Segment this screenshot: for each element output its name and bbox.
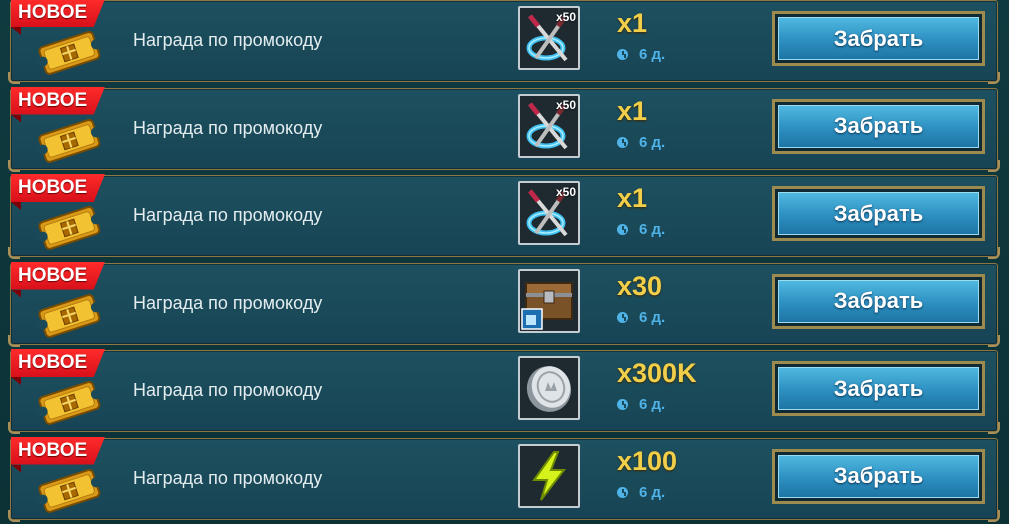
reward-quantity: x30 xyxy=(617,270,663,301)
reward-item-slot[interactable]: x50 xyxy=(518,6,580,70)
badge-fold xyxy=(11,114,21,123)
gold-ticket-icon xyxy=(37,31,101,75)
reward-item-slot[interactable] xyxy=(518,356,580,420)
new-badge: НОВОЕ xyxy=(11,436,105,465)
timer-text: 6 д. xyxy=(639,221,666,238)
reward-item-slot[interactable] xyxy=(518,443,580,508)
reward-count-badge: x50 xyxy=(555,97,576,112)
reward-label: Награда по промокоду xyxy=(133,292,323,313)
timer-text: 6 д. xyxy=(639,308,666,326)
gold-ticket-icon xyxy=(37,118,101,163)
badge-fold xyxy=(11,27,21,35)
reward-row-5: НОВОЕ Награда по промокоду x300K 6 д. За… xyxy=(8,349,1000,434)
clock-icon xyxy=(617,224,628,235)
reward-row-6: НОВОЕ Награда по промокоду x100 6 д. Заб… xyxy=(8,436,1000,522)
reward-item-slot[interactable]: x50 xyxy=(518,181,580,245)
timer-text: 6 д. xyxy=(639,46,666,63)
timer-text: 6 д. xyxy=(639,483,666,501)
new-badge: НОВОЕ xyxy=(11,174,105,202)
claim-button[interactable]: Забрать xyxy=(772,186,985,241)
new-badge: НОВОЕ xyxy=(11,261,105,290)
gold-ticket-icon xyxy=(37,381,101,425)
expiry-timer: 6 д. xyxy=(617,221,665,238)
expiry-timer: 6 д. xyxy=(617,46,665,63)
claim-button[interactable]: Забрать xyxy=(772,273,985,329)
reward-quantity: x1 xyxy=(617,183,648,213)
reward-label: Награда по промокоду xyxy=(133,467,323,488)
badge-fold xyxy=(11,202,21,210)
new-badge: НОВОЕ xyxy=(11,349,105,377)
claim-button-label: Забрать xyxy=(778,454,979,498)
clock-icon xyxy=(617,49,628,60)
claim-button[interactable]: Забрать xyxy=(772,11,985,66)
expiry-timer: 6 д. xyxy=(617,309,665,326)
reward-quantity: x1 xyxy=(617,8,648,38)
reward-row-1: НОВОЕ Награда по промокоду x50 x1 6 д. З… xyxy=(8,0,1000,84)
reward-quantity: x300K xyxy=(617,358,697,388)
badge-fold xyxy=(11,464,21,473)
reward-label: Награда по промокоду xyxy=(133,117,323,138)
gold-ticket-icon xyxy=(37,293,101,338)
timer-text: 6 д. xyxy=(639,396,666,413)
expiry-timer: 6 д. xyxy=(617,396,665,413)
reward-count-badge: x50 xyxy=(555,10,576,24)
reward-quantity: x1 xyxy=(617,95,648,126)
claim-button-label: Забрать xyxy=(778,104,979,148)
expiry-timer: 6 д. xyxy=(617,134,665,151)
timer-text: 6 д. xyxy=(639,133,666,151)
reward-label: Награда по промокоду xyxy=(133,205,323,225)
expiry-timer: 6 д. xyxy=(617,484,665,501)
gold-ticket-icon xyxy=(37,206,101,250)
reward-row-2: НОВОЕ Награда по промокоду x50 x1 6 д. З… xyxy=(8,86,1000,172)
reward-count-badge: x50 xyxy=(555,185,576,199)
reward-label: Награда по промокоду xyxy=(133,380,323,400)
claim-button[interactable]: Забрать xyxy=(772,448,985,504)
new-badge: НОВОЕ xyxy=(11,0,105,27)
reward-item-slot[interactable]: x50 xyxy=(518,93,580,158)
clock-icon xyxy=(617,486,628,498)
badge-fold xyxy=(11,377,21,385)
clock-icon xyxy=(617,311,628,323)
reward-row-4: НОВОЕ Награда по промокоду x30 6 д. Забр… xyxy=(8,261,1000,347)
claim-button[interactable]: Забрать xyxy=(772,361,985,416)
badge-fold xyxy=(11,289,21,298)
reward-quantity: x100 xyxy=(617,445,678,476)
promo-reward-list: НОВОЕ Награда по промокоду x50 x1 6 д. З… xyxy=(0,0,1009,524)
new-badge: НОВОЕ xyxy=(11,86,105,115)
claim-button-label: Забрать xyxy=(778,17,979,60)
clock-icon xyxy=(617,136,628,148)
claim-button[interactable]: Забрать xyxy=(772,98,985,154)
claim-button-label: Забрать xyxy=(778,367,979,410)
claim-button-label: Забрать xyxy=(778,192,979,235)
reward-item-slot[interactable] xyxy=(518,268,580,333)
reward-label: Награда по промокоду xyxy=(133,30,323,50)
gold-ticket-icon xyxy=(37,468,101,513)
clock-icon xyxy=(617,399,628,410)
claim-button-label: Забрать xyxy=(778,279,979,323)
reward-row-3: НОВОЕ Награда по промокоду x50 x1 6 д. З… xyxy=(8,174,1000,259)
